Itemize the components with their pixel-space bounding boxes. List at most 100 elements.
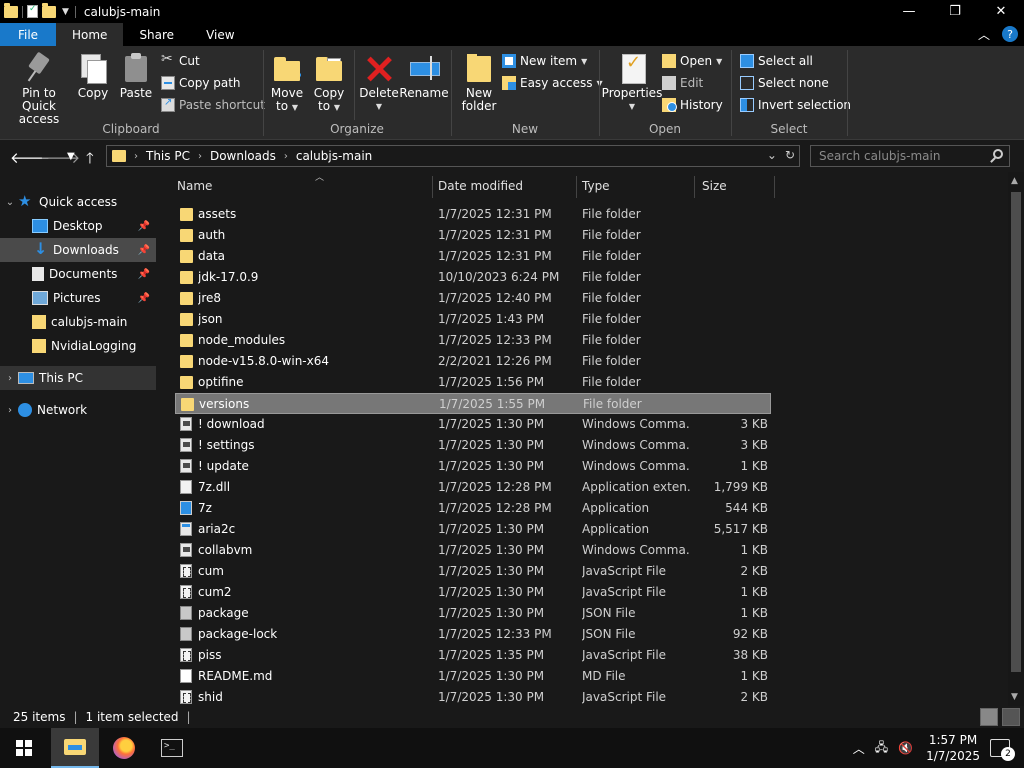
table-row[interactable]: data 1/7/2025 12:31 PM File folder [175, 246, 771, 267]
breadcrumb-downloads[interactable]: Downloads [210, 149, 276, 163]
nav-network[interactable]: › Network [0, 398, 156, 422]
table-row[interactable]: cum2 1/7/2025 1:30 PM JavaScript File 1 KB [175, 582, 771, 603]
table-row[interactable]: versions 1/7/2025 1:55 PM File folder [175, 393, 771, 414]
column-header-name[interactable]: Name ︿ [177, 172, 432, 200]
paste-button[interactable]: Paste [118, 52, 154, 100]
search-input[interactable] [819, 149, 984, 163]
vertical-scrollbar[interactable]: ▲ ▼ [1008, 172, 1024, 706]
table-row[interactable]: jdk-17.0.9 10/10/2023 6:24 PM File folder [175, 267, 771, 288]
table-row[interactable]: aria2c 1/7/2025 1:30 PM Application 5,517 K… [175, 519, 771, 540]
divider[interactable] [432, 176, 433, 198]
table-row[interactable]: auth 1/7/2025 12:31 PM File folder [175, 225, 771, 246]
tab-view[interactable]: View [190, 23, 250, 46]
refresh-icon[interactable]: ↻ [785, 148, 795, 162]
new-item-button[interactable]: New item ▼ [502, 54, 587, 68]
cut-button[interactable]: Cut [161, 51, 200, 68]
column-header-size[interactable]: Size [702, 172, 772, 200]
scroll-up-icon[interactable]: ▲ [1011, 176, 1018, 186]
details-view-button[interactable] [980, 708, 998, 726]
move-to-button[interactable]: Move to ▼ [270, 52, 304, 114]
search-box[interactable] [810, 145, 1010, 167]
column-header-type[interactable]: Type [582, 172, 694, 200]
divider[interactable] [694, 176, 695, 198]
table-row[interactable]: jre8 1/7/2025 12:40 PM File folder [175, 288, 771, 309]
table-row[interactable]: assets 1/7/2025 12:31 PM File folder [175, 204, 771, 225]
column-header-date[interactable]: Date modified [438, 172, 576, 200]
chevron-right-icon[interactable]: › [284, 151, 288, 162]
copy-button[interactable]: Copy [76, 52, 110, 100]
close-button[interactable]: ✕ [978, 0, 1024, 23]
properties-button[interactable]: Properties ▼ [602, 52, 662, 113]
new-folder-icon[interactable] [42, 2, 56, 18]
pin-to-quick-access-button[interactable]: Pin to Quick access [6, 52, 72, 126]
tab-home[interactable]: Home [56, 23, 124, 46]
table-row[interactable]: node_modules 1/7/2025 12:33 PM File folder [175, 330, 771, 351]
taskbar-firefox[interactable] [100, 728, 148, 768]
volume-muted-icon[interactable]: 🔇 [898, 741, 913, 755]
nav-item-nvidialogging[interactable]: NvidiaLogging [0, 334, 156, 358]
taskbar-file-explorer[interactable] [51, 728, 99, 768]
help-icon[interactable]: ? [1002, 26, 1018, 42]
address-bar[interactable]: › This PC › Downloads › calubjs-main ⌄ ↻ [106, 145, 800, 167]
select-all-button[interactable]: Select all [740, 54, 813, 68]
table-row[interactable]: ! update 1/7/2025 1:30 PM Windows Comma...… [175, 456, 771, 477]
table-row[interactable]: piss 1/7/2025 1:35 PM JavaScript File 38 KB [175, 645, 771, 666]
table-row[interactable]: optifine 1/7/2025 1:56 PM File folder [175, 372, 771, 393]
nav-this-pc[interactable]: › This PC [0, 366, 156, 390]
network-status-icon[interactable]: 🖧 [875, 738, 888, 759]
copy-path-button[interactable]: Copy path [161, 76, 241, 90]
customize-toolbar-icon[interactable]: ▼ [60, 7, 71, 17]
tab-share[interactable]: Share [123, 23, 190, 46]
search-icon[interactable] [993, 149, 1003, 159]
action-center-icon[interactable]: 2 [990, 739, 1015, 761]
table-row[interactable]: json 1/7/2025 1:43 PM File folder [175, 309, 771, 330]
table-row[interactable]: 7z 1/7/2025 12:28 PM Application 544 KB [175, 498, 771, 519]
breadcrumb-this-pc[interactable]: This PC [146, 149, 190, 163]
paste-shortcut-button[interactable]: Paste shortcut [161, 97, 265, 112]
select-none-button[interactable]: Select none [740, 76, 829, 90]
table-row[interactable]: ! download 1/7/2025 1:30 PM Windows Comma.… [175, 414, 771, 435]
up-arrow-icon[interactable]: 🡑 [86, 148, 94, 173]
divider[interactable] [576, 176, 577, 198]
maximize-button[interactable]: ❐ [932, 0, 978, 23]
chevron-right-icon[interactable]: › [134, 151, 138, 162]
breadcrumb-calubjs-main[interactable]: calubjs-main [296, 149, 372, 163]
scrollbar-thumb[interactable] [1011, 192, 1021, 672]
expander-chevron-icon[interactable]: › [2, 405, 18, 416]
easy-access-button[interactable]: Easy access ▼ [502, 76, 603, 90]
table-row[interactable]: 7z.dll 1/7/2025 12:28 PM Application exten… [175, 477, 771, 498]
edit-button[interactable]: Edit [662, 76, 703, 90]
properties-icon[interactable] [27, 4, 38, 18]
expander-chevron-icon[interactable]: ⌄ [2, 197, 18, 208]
nav-item-desktop[interactable]: Desktop 📌 [0, 214, 156, 238]
nav-item-downloads[interactable]: Downloads 📌 [0, 238, 156, 262]
windows-start-icon[interactable] [16, 740, 32, 756]
tab-file[interactable]: File [0, 23, 56, 46]
nav-item-pictures[interactable]: Pictures 📌 [0, 286, 156, 310]
open-button[interactable]: Open ▼ [662, 54, 722, 68]
show-hidden-icons-chevron-icon[interactable]: ︿ [853, 740, 865, 757]
taskbar-command-prompt[interactable] [148, 728, 196, 768]
minimize-button[interactable]: — [886, 0, 932, 23]
nav-item-documents[interactable]: Documents 📌 [0, 262, 156, 286]
recent-locations-chevron-icon[interactable]: ▼ [67, 151, 75, 162]
invert-selection-button[interactable]: Invert selection [740, 98, 851, 112]
table-row[interactable]: collabvm 1/7/2025 1:30 PM Windows Comma...… [175, 540, 771, 561]
copy-to-button[interactable]: Copy to ▼ [312, 52, 346, 114]
table-row[interactable]: shid 1/7/2025 1:30 PM JavaScript File 2 KB [175, 687, 771, 706]
table-row[interactable]: package 1/7/2025 1:30 PM JSON File 1 KB [175, 603, 771, 624]
large-icons-view-button[interactable] [1002, 708, 1020, 726]
clock[interactable]: 1:57 PM 1/7/2025 [926, 732, 980, 764]
nav-quick-access[interactable]: ⌄ Quick access [0, 190, 156, 214]
table-row[interactable]: package-lock 1/7/2025 12:33 PM JSON File 92… [175, 624, 771, 645]
chevron-right-icon[interactable]: › [198, 151, 202, 162]
table-row[interactable]: README.md 1/7/2025 1:30 PM MD File 1 KB [175, 666, 771, 687]
delete-button[interactable]: Delete ▼ [359, 52, 398, 113]
table-row[interactable]: cum 1/7/2025 1:30 PM JavaScript File 2 KB [175, 561, 771, 582]
table-row[interactable]: ! settings 1/7/2025 1:30 PM Windows Comma.… [175, 435, 771, 456]
collapse-ribbon-icon[interactable]: ︿ [978, 26, 990, 43]
divider[interactable] [774, 176, 775, 198]
nav-item-calubjs-main[interactable]: calubjs-main [0, 310, 156, 334]
expander-chevron-icon[interactable]: › [2, 373, 18, 384]
scroll-down-icon[interactable]: ▼ [1011, 692, 1018, 702]
